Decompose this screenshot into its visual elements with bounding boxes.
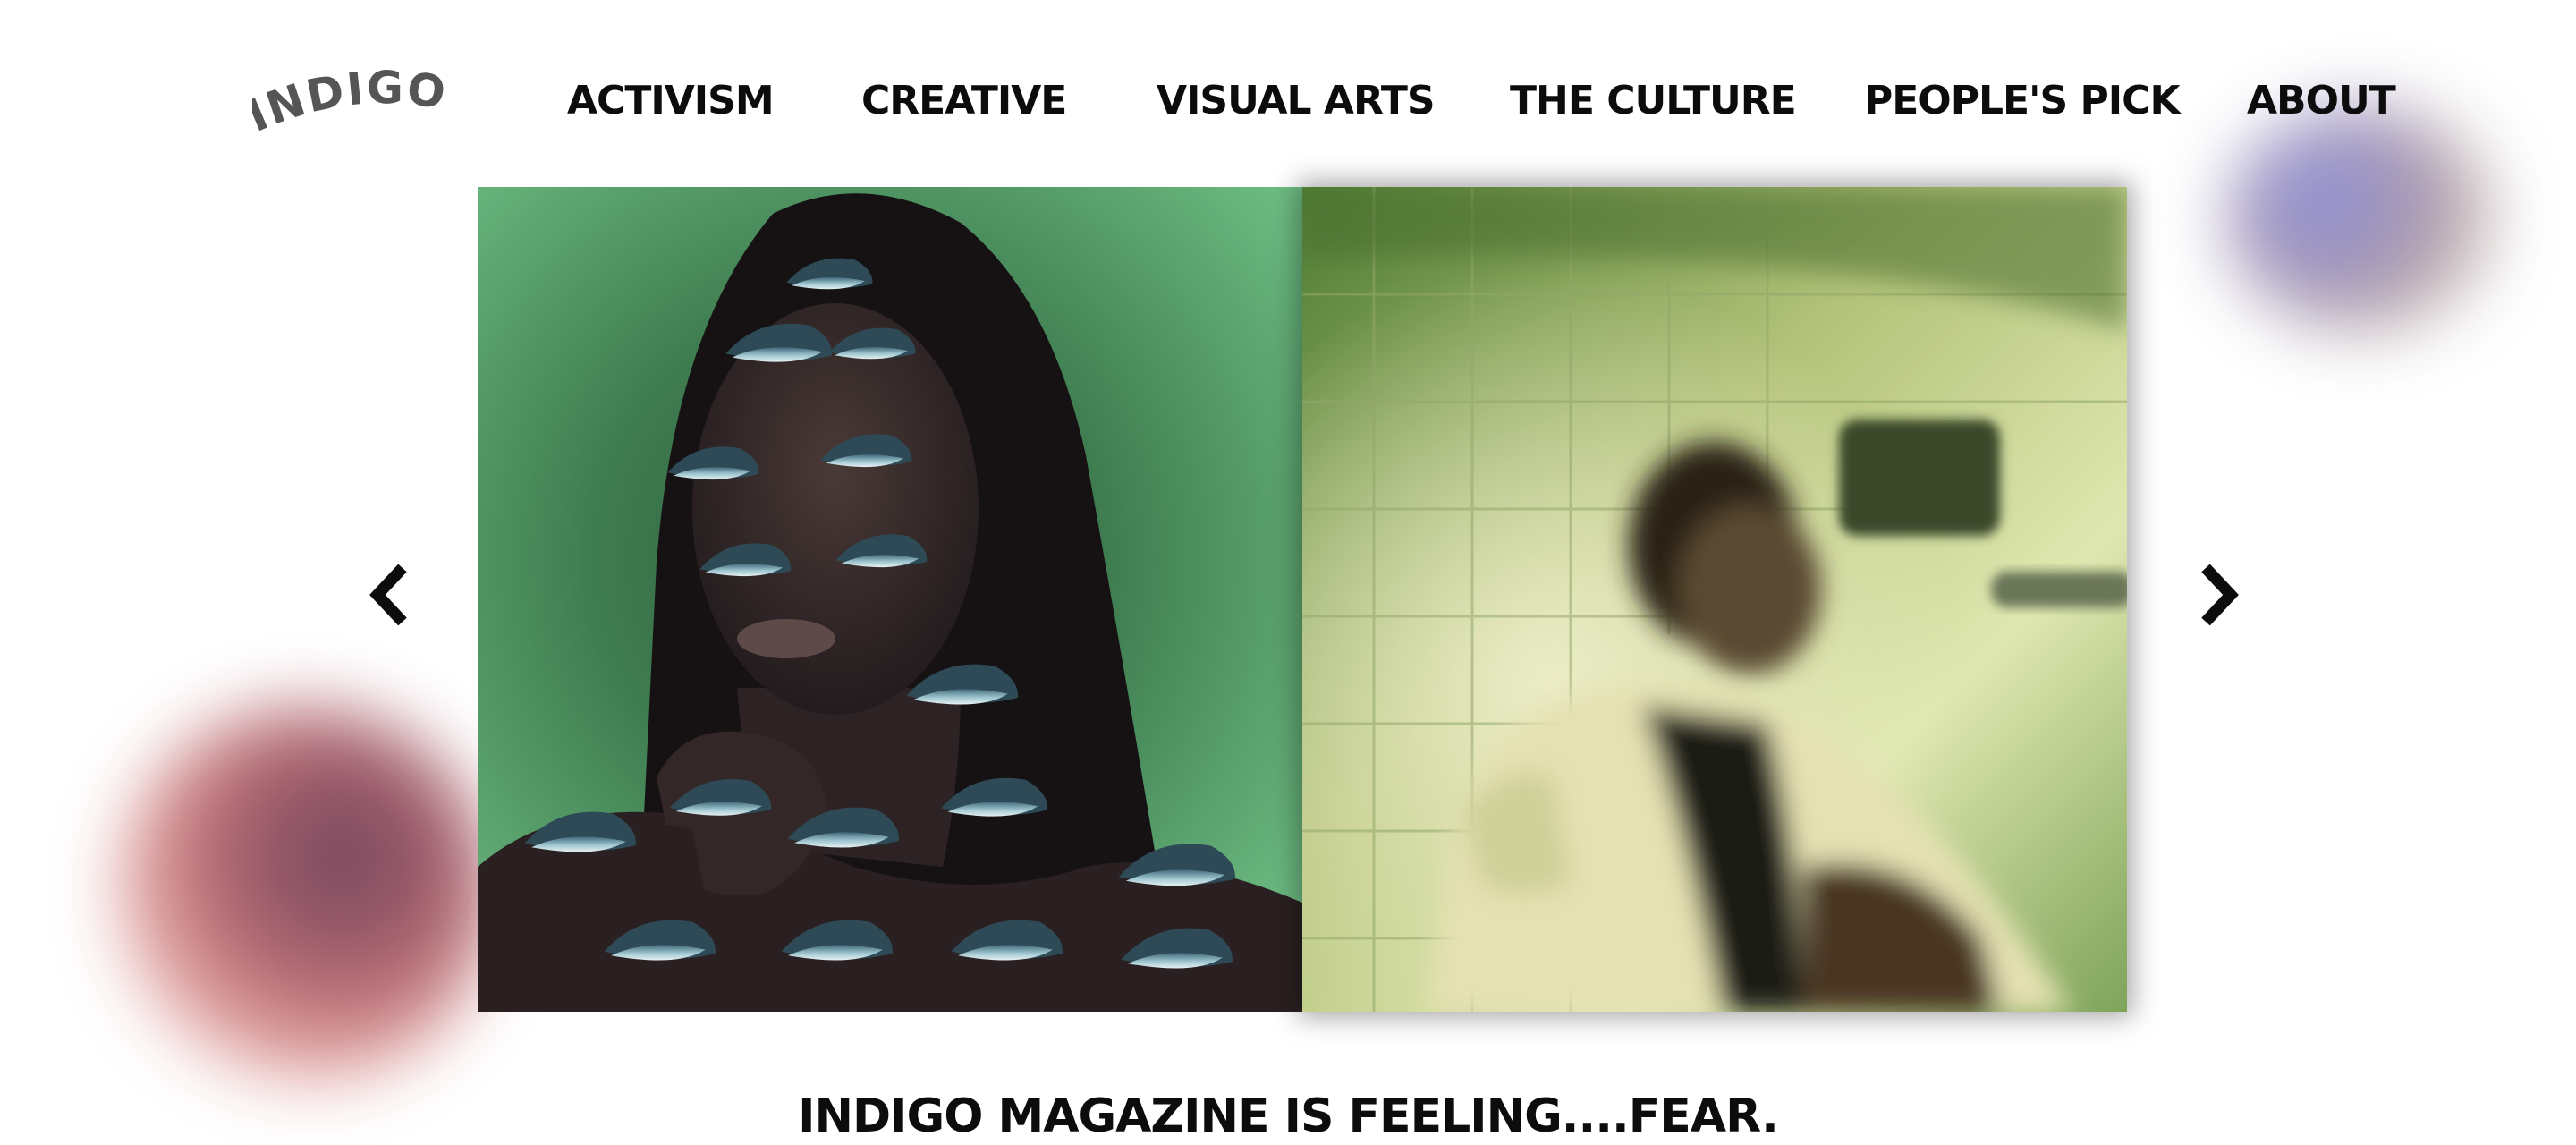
carousel-next-button[interactable] (2191, 561, 2245, 629)
main-nav: ACTIVISM CREATIVE VISUAL ARTS THE CULTUR… (0, 77, 2576, 131)
carousel-prev-button[interactable] (363, 561, 417, 629)
mood-tagline: INDIGO MAGAZINE IS FEELING....FEAR. (798, 1090, 1779, 1143)
nav-item-about[interactable]: ABOUT (2247, 77, 2396, 125)
portrait-eyes-collage-image (478, 187, 1302, 1012)
nav-item-activism[interactable]: ACTIVISM (567, 77, 775, 125)
decorative-blob-rose (116, 707, 492, 1082)
carousel-slide-blurred-figure[interactable] (1302, 187, 2127, 1012)
image-carousel (478, 187, 2127, 1012)
nav-item-peoples-pick[interactable]: PEOPLE'S PICK (1864, 77, 2181, 125)
carousel-slide-portrait[interactable] (478, 187, 1302, 1012)
blurred-figure-green-bathroom-image (1302, 187, 2127, 1012)
nav-item-visual-arts[interactable]: VISUAL ARTS (1157, 77, 1436, 125)
nav-item-creative[interactable]: CREATIVE (861, 77, 1067, 125)
nav-item-the-culture[interactable]: THE CULTURE (1510, 77, 1797, 125)
chevron-left-icon (369, 564, 407, 626)
decorative-blob-indigo (2227, 107, 2496, 331)
chevron-right-icon (2201, 564, 2239, 626)
carousel-track (478, 187, 2127, 1012)
